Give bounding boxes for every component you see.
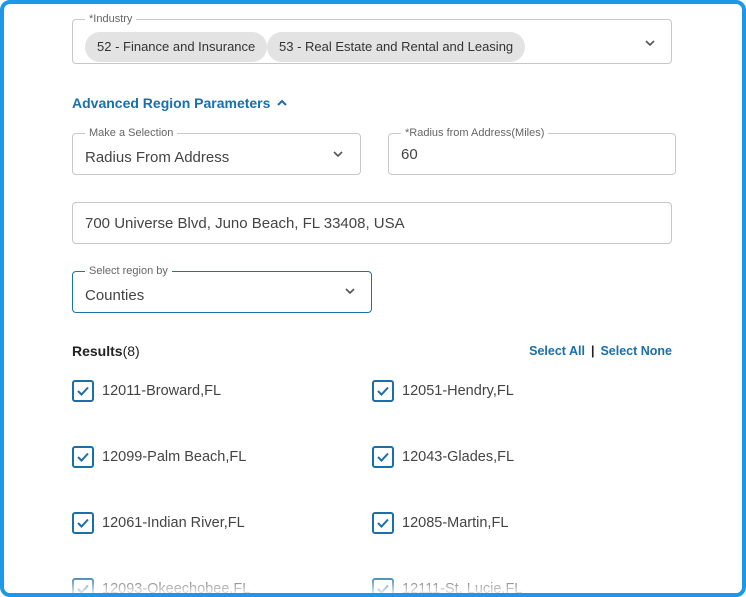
result-item-hendry[interactable]: 12051-Hendry,FL — [372, 380, 514, 402]
chevron-up-icon — [277, 99, 288, 106]
chevron-down-icon[interactable] — [643, 36, 657, 50]
result-item-glades[interactable]: 12043-Glades,FL — [372, 446, 514, 468]
checkbox-checked-icon[interactable] — [372, 380, 394, 402]
region-label: Select region by — [85, 264, 172, 278]
result-item-martin[interactable]: 12085-Martin,FL — [372, 512, 508, 534]
result-item-label: 12011-Broward,FL — [102, 383, 222, 399]
select-all-link[interactable]: Select All — [529, 344, 585, 358]
industry-select[interactable]: *Industry 52 - Finance and Insurance 53 … — [72, 12, 672, 64]
results-heading: Results(8) — [72, 343, 140, 359]
result-item-broward[interactable]: 12011-Broward,FL — [72, 380, 221, 402]
address-input[interactable]: 700 Universe Blvd, Juno Beach, FL 33408,… — [72, 202, 672, 244]
selection-dropdown[interactable]: Make a Selection Radius From Address — [72, 126, 361, 175]
result-item-label: 12043-Glades,FL — [402, 449, 515, 465]
checkbox-checked-icon[interactable] — [72, 380, 94, 402]
results-count: (8) — [122, 343, 140, 359]
checkbox-checked-icon[interactable] — [72, 446, 94, 468]
industry-chip-real-estate[interactable]: 53 - Real Estate and Rental and Leasing — [267, 32, 526, 62]
checkbox-checked-icon[interactable] — [72, 512, 94, 534]
result-item-indian-river[interactable]: 12061-Indian River,FL — [72, 512, 245, 534]
screenshot-frame: *Industry 52 - Finance and Insurance 53 … — [0, 0, 746, 597]
result-item-label: 12051-Hendry,FL — [402, 383, 514, 399]
chevron-down-icon[interactable] — [331, 147, 345, 161]
advanced-region-label: Advanced Region Parameters — [72, 95, 271, 111]
industry-chip-finance[interactable]: 52 - Finance and Insurance — [85, 32, 268, 62]
result-item-label: 12061-Indian River,FL — [102, 515, 245, 531]
radius-label: *Radius from Address(Miles) — [401, 126, 549, 140]
advanced-region-toggle[interactable]: Advanced Region Parameters — [72, 95, 288, 111]
link-separator: | — [590, 344, 595, 358]
result-item-palm-beach[interactable]: 12099-Palm Beach,FL — [72, 446, 246, 468]
radius-value: 60 — [401, 146, 418, 163]
chevron-down-icon[interactable] — [343, 284, 357, 298]
form-panel: *Industry 52 - Finance and Insurance 53 … — [4, 4, 742, 593]
region-dropdown[interactable]: Select region by Counties — [72, 264, 372, 313]
address-value: 700 Universe Blvd, Juno Beach, FL 33408,… — [85, 215, 405, 232]
selection-value: Radius From Address — [85, 149, 230, 166]
result-item-label: 12099-Palm Beach,FL — [102, 449, 247, 465]
bottom-fade — [4, 573, 742, 593]
result-item-label: 12085-Martin,FL — [402, 515, 509, 531]
select-none-link[interactable]: Select None — [600, 344, 672, 358]
select-links: Select All | Select None — [529, 344, 672, 358]
selection-label: Make a Selection — [85, 126, 178, 140]
checkbox-checked-icon[interactable] — [372, 512, 394, 534]
industry-label: *Industry — [85, 12, 137, 26]
region-value: Counties — [85, 287, 145, 304]
radius-input[interactable]: *Radius from Address(Miles) 60 — [388, 126, 676, 175]
results-title: Results — [72, 343, 123, 359]
checkbox-checked-icon[interactable] — [372, 446, 394, 468]
